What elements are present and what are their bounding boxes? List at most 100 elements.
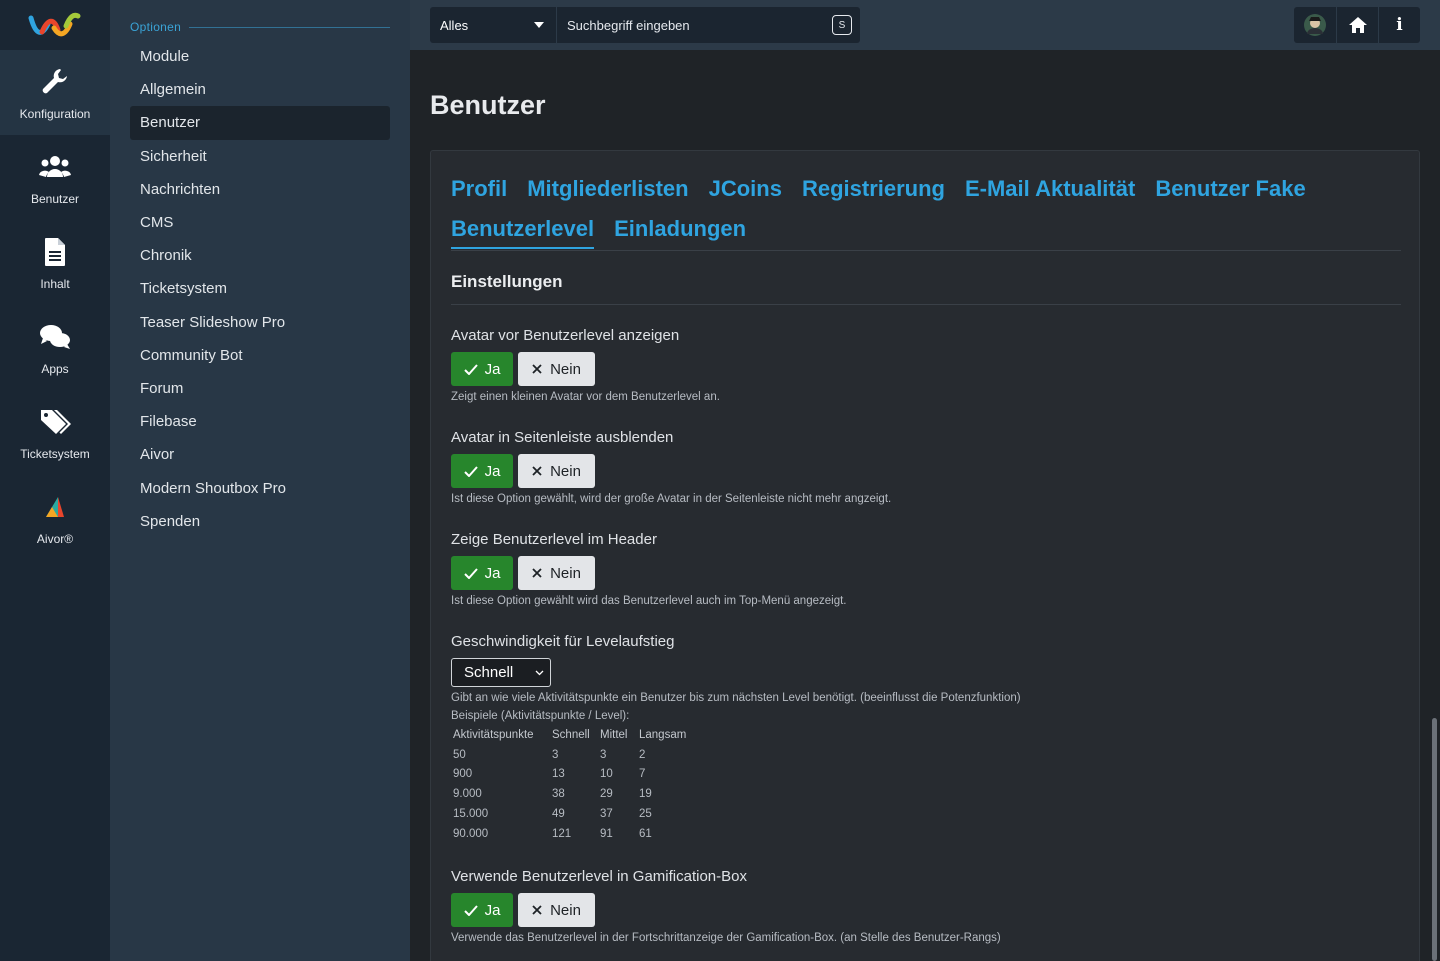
table-header-cell: Mittel — [600, 728, 628, 741]
sidebar-item-spenden[interactable]: Spenden — [130, 505, 390, 538]
tab-benutzer-fake[interactable]: Benutzer Fake — [1155, 169, 1305, 209]
table-cell: 38 — [552, 788, 565, 801]
sidebar-item-nachrichten[interactable]: Nachrichten — [130, 173, 390, 206]
no-button[interactable]: Nein — [518, 454, 595, 488]
no-label: Nein — [550, 564, 581, 582]
tab-mitgliederlisten[interactable]: Mitgliederlisten — [527, 169, 688, 209]
tab-jcoins[interactable]: JCoins — [709, 169, 782, 209]
yes-button[interactable]: Ja — [451, 352, 513, 386]
option-desc-level-in-header: Ist diese Option gewählt wird das Benutz… — [451, 595, 847, 607]
sidebar-item-benutzer[interactable]: Benutzer — [130, 106, 390, 140]
home-icon — [1348, 17, 1367, 33]
no-label: Nein — [550, 462, 581, 480]
rail-item-apps[interactable]: Apps — [0, 305, 110, 390]
sidebar-item-teaser-slideshow-pro[interactable]: Teaser Slideshow Pro — [130, 306, 390, 339]
check-icon — [463, 363, 478, 375]
tab-registrierung[interactable]: Registrierung — [802, 169, 945, 209]
sidebar-item-aivor[interactable]: Aivor — [130, 438, 390, 471]
table-row: 50 3 3 2 — [451, 745, 688, 765]
sidebar-item-ticketsystem[interactable]: Ticketsystem — [130, 272, 390, 305]
yes-button[interactable]: Ja — [451, 893, 513, 927]
sidebar-item-filebase[interactable]: Filebase — [130, 405, 390, 438]
rail-item-aivor[interactable]: Aivor® — [0, 475, 110, 560]
sidebar-item-sicherheit[interactable]: Sicherheit — [130, 140, 390, 173]
yes-label: Ja — [484, 564, 501, 582]
table-cell: 25 — [639, 808, 652, 821]
table-row: 900 13 10 7 — [451, 765, 688, 785]
sidebar-heading: Optionen — [130, 20, 390, 34]
rail-label-benutzer: Benutzer — [30, 191, 80, 206]
sidebar-item-community-bot[interactable]: Community Bot — [130, 339, 390, 372]
check-icon — [463, 465, 478, 477]
users-icon — [39, 155, 71, 177]
no-button[interactable]: Nein — [518, 556, 595, 590]
caret-down-icon — [534, 22, 544, 28]
search-shortcut-key: S — [832, 15, 852, 35]
table-cell: 3 — [552, 748, 559, 761]
rail-item-konfiguration[interactable]: Konfiguration — [0, 50, 110, 135]
options-sidebar: Optionen Module Allgemein Benutzer Siche… — [110, 0, 410, 961]
table-cell: 37 — [600, 808, 613, 821]
table-cell: 29 — [600, 788, 613, 801]
yes-button[interactable]: Ja — [451, 454, 513, 488]
home-button[interactable] — [1336, 7, 1378, 43]
yes-label: Ja — [484, 360, 501, 378]
sidebar-item-module[interactable]: Module — [130, 40, 390, 73]
close-icon — [532, 364, 542, 374]
avatar-icon — [1304, 14, 1326, 36]
table-cell: 61 — [639, 827, 652, 840]
close-icon — [532, 905, 542, 915]
table-cell: 10 — [600, 768, 613, 781]
info-icon: i — [1396, 15, 1403, 35]
level-speed-select[interactable]: Schnell — [451, 658, 551, 687]
page-scrollbar[interactable] — [1432, 718, 1437, 961]
chat-bubbles-icon — [40, 324, 70, 349]
yes-label: Ja — [484, 462, 501, 480]
table-cell: 2 — [639, 748, 646, 761]
rail-label-inhalt: Inhalt — [40, 276, 70, 291]
user-avatar-button[interactable] — [1294, 7, 1336, 43]
table-cell: 13 — [552, 768, 565, 781]
check-icon — [463, 904, 478, 916]
search-input[interactable]: Suchbegriff eingeben — [557, 18, 832, 33]
sidebar-item-allgemein[interactable]: Allgemein — [130, 73, 390, 106]
icon-rail: Konfiguration Benutzer Inhalt Apps Ticke… — [0, 0, 110, 961]
table-header-cell: Aktivitätspunkte — [453, 728, 534, 741]
sidebar-item-chronik[interactable]: Chronik — [130, 239, 390, 272]
option-desc-avatar-sidebar-hide: Ist diese Option gewählt, wird der große… — [451, 493, 892, 505]
option-label-avatar-before-level: Avatar vor Benutzerlevel anzeigen — [451, 327, 680, 344]
sidebar-item-forum[interactable]: Forum — [130, 372, 390, 405]
table-row: 9.000 38 29 19 — [451, 784, 688, 804]
tab-email-aktualitaet[interactable]: E-Mail Aktualität — [965, 169, 1135, 209]
table-cell: 15.000 — [453, 808, 489, 821]
table-cell: 50 — [453, 748, 466, 761]
rail-label-apps: Apps — [41, 361, 69, 376]
search-scope-select[interactable]: Alles — [430, 7, 557, 43]
brand-logo[interactable] — [0, 0, 110, 50]
rail-item-ticketsystem[interactable]: Ticketsystem — [0, 390, 110, 475]
page-title: Benutzer — [430, 90, 546, 120]
table-cell: 121 — [552, 827, 572, 840]
option-desc-avatar-before-level: Zeigt einen kleinen Avatar vor dem Benut… — [451, 391, 720, 403]
no-label: Nein — [550, 901, 581, 919]
section-title: Einstellungen — [451, 272, 563, 291]
yes-button[interactable]: Ja — [451, 556, 513, 590]
sidebar-heading-label: Optionen — [130, 20, 182, 34]
option-label-level-in-header: Zeige Benutzerlevel im Header — [451, 531, 657, 548]
rail-item-inhalt[interactable]: Inhalt — [0, 220, 110, 305]
sidebar-item-modern-shoutbox-pro[interactable]: Modern Shoutbox Pro — [130, 471, 390, 504]
table-cell: 7 — [639, 768, 646, 781]
table-header-cell: Schnell — [552, 728, 590, 741]
sidebar-item-cms[interactable]: CMS — [130, 206, 390, 239]
info-button[interactable]: i — [1378, 7, 1420, 43]
tabs-divider — [451, 250, 1401, 251]
tab-profil[interactable]: Profil — [451, 169, 507, 209]
no-button[interactable]: Nein — [518, 352, 595, 386]
tab-einladungen[interactable]: Einladungen — [614, 209, 746, 249]
top-bar: Alles Suchbegriff eingeben S i — [410, 0, 1440, 50]
rail-item-benutzer[interactable]: Benutzer — [0, 135, 110, 220]
tab-benutzerlevel[interactable]: Benutzerlevel — [451, 209, 595, 249]
level-examples-table: Aktivitätspunkte Schnell Mittel Langsam … — [451, 725, 688, 844]
document-icon — [45, 237, 65, 266]
no-button[interactable]: Nein — [518, 893, 595, 927]
